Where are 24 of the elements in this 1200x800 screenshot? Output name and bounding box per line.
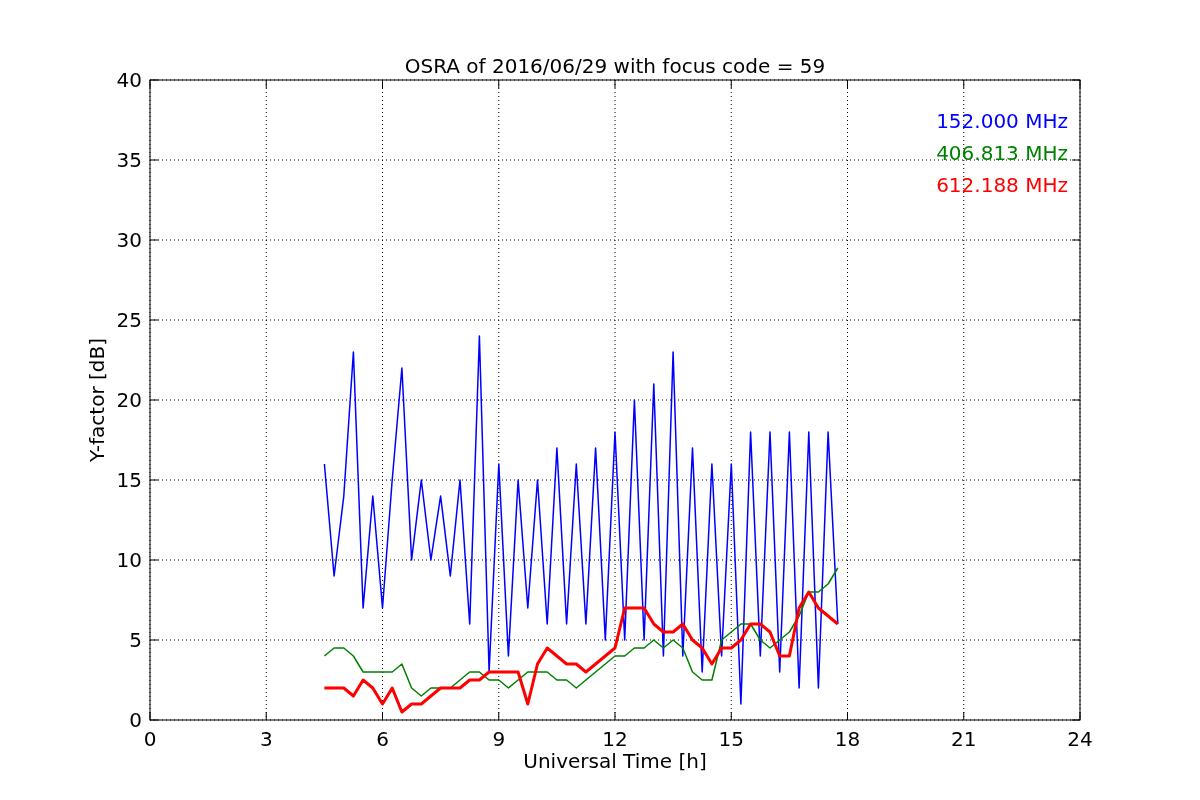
legend-label: 406.813 MHz — [936, 141, 1068, 165]
tick-label: 5 — [129, 628, 142, 652]
tick-label: 35 — [116, 148, 142, 172]
x-axis-label: Universal Time [h] — [523, 749, 707, 773]
tick-label: 9 — [492, 727, 506, 751]
tick-label: 24 — [1067, 727, 1093, 751]
legend-label: 152.000 MHz — [936, 109, 1068, 133]
tick-label: 0 — [143, 727, 157, 751]
tick-label: 20 — [116, 388, 142, 412]
y-axis-label: Y-factor [dB] — [85, 338, 109, 462]
tick-label: 25 — [116, 308, 142, 332]
tick-label: 18 — [834, 727, 861, 751]
tick-label: 6 — [376, 727, 389, 751]
tick-label: 3 — [259, 727, 273, 751]
tick-label: 40 — [116, 68, 142, 92]
legend-label: 612.188 MHz — [936, 173, 1068, 197]
tick-label: 0 — [129, 708, 142, 732]
tick-label: 12 — [602, 727, 628, 751]
tick-label: 10 — [116, 548, 142, 572]
tick-label: 30 — [116, 228, 142, 252]
tick-label: 15 — [718, 727, 744, 751]
tick-label: 21 — [951, 727, 977, 751]
tick-label: 15 — [116, 468, 142, 492]
chart-title: OSRA of 2016/06/29 with focus code = 59 — [404, 54, 826, 78]
